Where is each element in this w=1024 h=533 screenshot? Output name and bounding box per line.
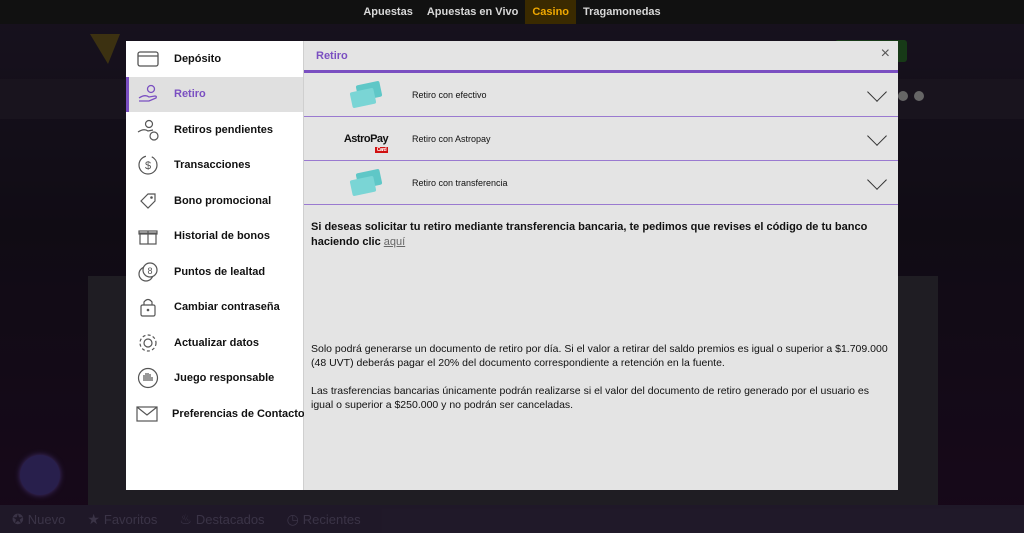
sidebar-item-label: Depósito	[174, 52, 222, 65]
svg-text:8: 8	[147, 266, 152, 276]
sidebar-item-label: Puntos de lealtad	[174, 265, 266, 278]
nav-casino[interactable]: Casino	[525, 0, 577, 24]
sidebar-item-actualizar-datos[interactable]: Actualizar datos	[126, 325, 303, 361]
nav-tragamonedas[interactable]: Tragamonedas	[576, 0, 668, 24]
coins-icon: 8	[136, 260, 160, 284]
method-efectivo[interactable]: Retiro con efectivo	[304, 73, 898, 117]
panel-title: Retiro	[316, 49, 348, 62]
withdrawal-info: Si deseas solicitar tu retiro mediante t…	[304, 205, 898, 412]
astropay-logo-text: AstroPay	[343, 132, 389, 145]
sidebar-item-bono-promocional[interactable]: Bono promocional	[126, 183, 303, 219]
dollar-cycle-icon: $	[136, 153, 160, 177]
chevron-down-icon[interactable]	[867, 126, 887, 146]
lock-icon	[136, 295, 160, 319]
nav-apuestas-en-vivo[interactable]: Apuestas en Vivo	[420, 0, 526, 24]
sidebar-item-retiros-pendientes[interactable]: Retiros pendientes	[126, 112, 303, 148]
method-label: Retiro con Astropay	[412, 133, 491, 144]
gear-icon	[136, 331, 160, 355]
sidebar-item-puntos-de-lealtad[interactable]: 8 Puntos de lealtad	[126, 254, 303, 290]
sidebar-item-historial-de-bonos[interactable]: Historial de bonos	[126, 219, 303, 255]
account-modal: Depósito Retiro Retiros pendientes $ Tra…	[126, 41, 898, 490]
sidebar-item-label: Retiros pendientes	[174, 123, 274, 136]
svg-text:$: $	[145, 160, 151, 172]
panel-header: Retiro	[304, 41, 898, 73]
cards-logo-icon	[334, 80, 398, 110]
sidebar-item-transacciones[interactable]: $ Transacciones	[126, 148, 303, 184]
sidebar-item-label: Juego responsable	[174, 372, 275, 385]
chevron-down-icon[interactable]	[867, 82, 887, 102]
top-navigation: Apuestas Apuestas en Vivo Casino Tragamo…	[0, 0, 1024, 24]
daily-limit-paragraph: Solo podrá generarse un documento de ret…	[311, 343, 888, 369]
method-transferencia[interactable]: Retiro con transferencia	[304, 161, 898, 205]
sidebar-item-cambiar-contrasena[interactable]: Cambiar contraseña	[126, 290, 303, 326]
withdrawal-panel: Retiro × Retiro con efectivo AstroPay Car…	[304, 41, 898, 490]
sidebar-item-label: Cambiar contraseña	[174, 301, 280, 314]
cards-logo-icon	[334, 168, 398, 198]
gift-icon	[136, 224, 160, 248]
astropay-logo-icon: AstroPay Card	[334, 124, 398, 154]
sidebar-item-label: Bono promocional	[174, 194, 272, 207]
hand-clock-icon	[136, 118, 160, 142]
sidebar-item-label: Actualizar datos	[174, 336, 259, 349]
method-label: Retiro con transferencia	[412, 177, 508, 188]
nav-apuestas[interactable]: Apuestas	[356, 0, 420, 24]
sidebar-item-deposito[interactable]: Depósito	[126, 41, 303, 77]
sidebar-item-retiro[interactable]: Retiro	[126, 76, 303, 112]
hand-coin-icon	[136, 82, 160, 106]
transfer-minimum-paragraph: Las trasferencias bancarias únicamente p…	[311, 385, 869, 411]
astropay-badge: Card	[374, 146, 389, 153]
account-sidebar: Depósito Retiro Retiros pendientes $ Tra…	[126, 41, 305, 490]
sidebar-item-label: Preferencias de Contacto	[172, 407, 305, 420]
hand-stop-icon	[136, 366, 160, 390]
chevron-down-icon[interactable]	[867, 170, 887, 190]
method-label: Retiro con efectivo	[412, 89, 487, 100]
mail-icon	[136, 402, 158, 426]
sidebar-item-label: Retiro	[174, 88, 206, 101]
sidebar-item-preferencias-de-contacto[interactable]: Preferencias de Contacto	[126, 396, 305, 432]
method-astropay[interactable]: AstroPay Card Retiro con Astropay	[304, 117, 898, 161]
bank-code-notice: Si deseas solicitar tu retiro mediante t…	[311, 220, 888, 250]
sidebar-item-juego-responsable[interactable]: Juego responsable	[126, 361, 303, 397]
card-icon	[136, 47, 160, 71]
tag-icon	[136, 189, 160, 213]
sidebar-item-label: Historial de bonos	[174, 230, 270, 243]
bank-code-link[interactable]: aquí	[384, 236, 405, 248]
sidebar-item-label: Transacciones	[174, 159, 251, 172]
close-icon[interactable]: ×	[881, 45, 890, 63]
